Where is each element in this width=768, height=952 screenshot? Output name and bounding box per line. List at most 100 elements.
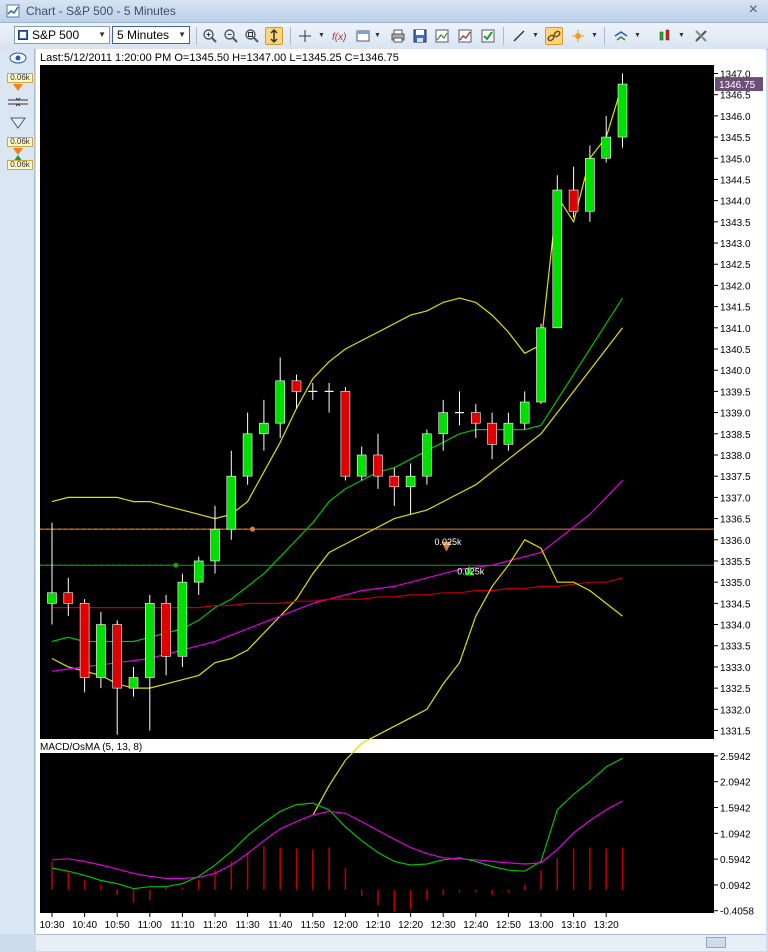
- price-pane[interactable]: [40, 65, 714, 739]
- candle-up: [275, 380, 285, 424]
- symbol-value: S&P 500: [32, 28, 80, 42]
- time-tick-label: 10:50: [105, 920, 130, 931]
- study-sidebar: 0.06k 0.06k 0.06k: [0, 49, 35, 934]
- settings-icon[interactable]: [692, 27, 710, 45]
- studies-icon[interactable]: [569, 27, 587, 45]
- price-tick-label: 1339.5: [720, 387, 751, 398]
- candle-up: [356, 454, 367, 477]
- price-tick-label: 1346.0: [720, 112, 751, 123]
- chevron-down-icon[interactable]: ▼: [591, 32, 598, 39]
- time-tick-label: 11:10: [170, 920, 195, 931]
- candle-down: [291, 380, 302, 392]
- interval-value: 5 Minutes: [117, 28, 170, 42]
- macd-tick-label: 1.5942: [720, 803, 751, 814]
- print-icon[interactable]: [389, 27, 407, 45]
- chart-icon[interactable]: [456, 27, 474, 45]
- price-tick-label: 1338.5: [720, 430, 751, 441]
- candle-down: [79, 603, 90, 678]
- candle-up: [177, 581, 188, 657]
- interval-select[interactable]: 5 Minutes ▼: [112, 26, 190, 44]
- close-icon[interactable]: ×: [749, 1, 758, 19]
- candle-up: [259, 422, 269, 435]
- window-title: Chart - S&P 500 - 5 Minutes: [26, 4, 176, 18]
- chevron-down-icon[interactable]: ▼: [634, 32, 641, 39]
- zoom-in-icon[interactable]: [201, 27, 219, 45]
- horizontal-line-icon[interactable]: [8, 97, 28, 107]
- price-tick-label: 1342.5: [720, 260, 751, 271]
- symbol-select[interactable]: S&P 500 ▼: [14, 26, 110, 44]
- visibility-toggle[interactable]: [2, 52, 32, 74]
- chevron-down-icon[interactable]: ▼: [678, 32, 685, 39]
- chart-check-icon[interactable]: [479, 27, 497, 45]
- time-tick-label: 11:20: [203, 920, 228, 931]
- toolbar-divider: [604, 27, 605, 45]
- candle-up: [438, 412, 449, 435]
- candle-up: [552, 189, 563, 329]
- time-tick-label: 13:20: [594, 920, 619, 931]
- time-tick-label: 12:50: [496, 920, 521, 931]
- crosshair-icon[interactable]: [296, 27, 314, 45]
- chevron-down-icon[interactable]: ▼: [318, 32, 325, 39]
- candle-down: [340, 391, 351, 477]
- time-tick-label: 11:30: [235, 920, 260, 931]
- chart-area[interactable]: Last:5/12/2011 1:20:00 PM O=1345.50 H=13…: [36, 49, 766, 934]
- price-tick-label: 1340.0: [720, 366, 751, 377]
- zoom-out-icon[interactable]: [222, 27, 240, 45]
- candle-up: [503, 422, 514, 445]
- candle-up: [536, 327, 546, 403]
- price-tick-label: 1332.0: [720, 705, 751, 716]
- symbol-icon: [18, 30, 28, 40]
- price-tick-label: 1334.0: [720, 621, 751, 632]
- candle-up: [47, 592, 57, 604]
- candle-down: [373, 454, 383, 477]
- price-tick-label: 1337.5: [720, 472, 751, 483]
- candle-up: [617, 83, 628, 138]
- study-badge[interactable]: 0.06k: [7, 137, 33, 147]
- chevron-down-icon[interactable]: ▼: [374, 32, 381, 39]
- price-tick-label: 1344.0: [720, 197, 751, 208]
- price-tick-label: 1336.5: [720, 515, 751, 526]
- price-tick-label: 1333.5: [720, 642, 751, 653]
- cursor-icon[interactable]: [612, 27, 630, 45]
- candle-up: [405, 475, 416, 488]
- zoom-fit-icon[interactable]: [243, 27, 261, 45]
- price-tick-label: 1345.0: [720, 154, 751, 165]
- price-tick-label: 1343.0: [720, 239, 751, 250]
- macd-pane[interactable]: [40, 753, 714, 913]
- candle-down: [470, 412, 481, 424]
- hline-orange-anchor: [249, 526, 255, 532]
- time-tick-label: 12:20: [398, 920, 423, 931]
- chart-svg[interactable]: Last:5/12/2011 1:20:00 PM O=1345.50 H=13…: [36, 49, 766, 934]
- copy-image-icon[interactable]: [433, 27, 451, 45]
- candle-up: [128, 677, 139, 689]
- bars-icon[interactable]: [656, 27, 674, 45]
- study-badge[interactable]: 0.06k: [7, 160, 33, 170]
- app-icon: [6, 4, 20, 18]
- template-icon[interactable]: [354, 27, 372, 45]
- candle-up: [242, 433, 253, 477]
- line-tool-icon[interactable]: [510, 27, 528, 45]
- chevron-down-icon: ▼: [98, 30, 106, 39]
- time-tick-label: 10:30: [39, 920, 64, 931]
- candle-up: [193, 560, 204, 583]
- triangle-outline-icon[interactable]: [10, 117, 26, 129]
- price-tick-label: 1333.0: [720, 663, 751, 674]
- link-icon[interactable]: [545, 27, 563, 45]
- price-info-text: Last:5/12/2011 1:20:00 PM O=1345.50 H=13…: [40, 52, 399, 64]
- candle-up: [585, 157, 595, 212]
- horizontal-scrollbar[interactable]: [36, 934, 766, 951]
- save-icon[interactable]: [411, 27, 429, 45]
- scrollbar-thumb[interactable]: [706, 937, 726, 948]
- price-tick-label: 1335.5: [720, 557, 751, 568]
- time-tick-label: 13:10: [561, 920, 586, 931]
- study-badge[interactable]: 0.06k: [7, 73, 33, 83]
- autoscale-icon[interactable]: [265, 27, 283, 45]
- time-tick-label: 11:00: [138, 920, 163, 931]
- chevron-down-icon[interactable]: ▼: [532, 32, 539, 39]
- candle-down: [112, 624, 122, 689]
- candle-up: [601, 136, 612, 159]
- indicator-icon[interactable]: f(x): [330, 27, 348, 45]
- price-axis[interactable]: [714, 65, 766, 739]
- toolbar-divider: [503, 27, 504, 45]
- toolbar-divider: [290, 27, 291, 45]
